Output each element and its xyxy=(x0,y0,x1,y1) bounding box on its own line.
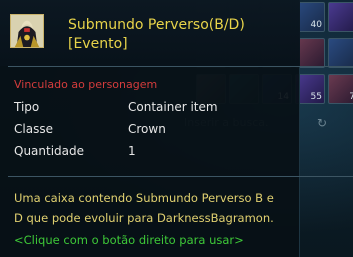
description-line: D que pode evoluir para DarknessBagramon… xyxy=(14,211,274,225)
item-grade: [Evento] xyxy=(68,36,128,52)
attribute-value: Crown xyxy=(128,122,166,136)
item-description: Uma caixa contendo Submundo Perverso B e… xyxy=(14,188,300,228)
inventory-slot[interactable]: 7 xyxy=(328,74,353,104)
refresh-icon[interactable]: ↻ xyxy=(317,116,327,130)
bound-status: Vinculado ao personagem xyxy=(14,78,158,91)
attribute-label: Quantidade xyxy=(14,144,85,158)
attribute-row-quantity: Quantidade 1 xyxy=(14,144,294,160)
description-line: Uma caixa contendo Submundo Perverso B e xyxy=(14,191,274,205)
attribute-label: Tipo xyxy=(14,100,40,114)
usage-hint: <Clique com o botão direito para usar> xyxy=(14,233,244,247)
slot-count: 7 xyxy=(349,92,353,102)
attribute-value: Container item xyxy=(128,100,218,114)
slot-count: 40 xyxy=(310,20,322,30)
divider xyxy=(8,66,353,67)
inventory-slot[interactable] xyxy=(328,2,353,32)
item-tooltip: Submundo Perverso(B/D) [Evento] Vinculad… xyxy=(0,0,353,257)
attribute-row-type: Tipo Container item xyxy=(14,100,294,116)
inventory-slot[interactable] xyxy=(328,38,353,68)
divider xyxy=(8,176,353,177)
attribute-row-class: Classe Crown xyxy=(14,122,294,138)
item-portrait-icon xyxy=(10,14,44,48)
attribute-label: Classe xyxy=(14,122,53,136)
tooltip-header: Submundo Perverso(B/D) [Evento] xyxy=(0,0,300,66)
slot-count: 55 xyxy=(310,92,322,102)
item-name: Submundo Perverso(B/D) xyxy=(68,17,245,33)
attribute-value: 1 xyxy=(128,144,136,158)
